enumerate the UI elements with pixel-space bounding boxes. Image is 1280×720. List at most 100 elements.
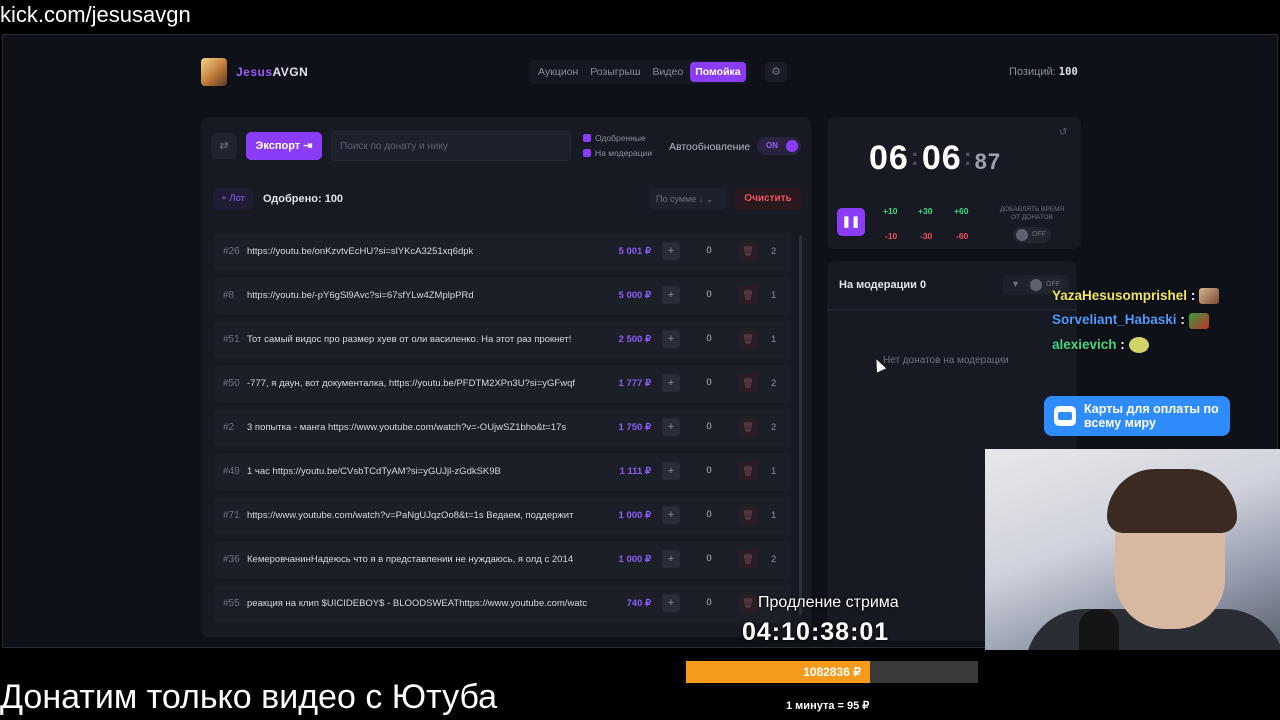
reset-icon[interactable]: ↺ — [1059, 127, 1067, 138]
donation-row[interactable]: #36 КемеровчанинНадеюсь что я в представл… — [215, 541, 791, 579]
donation-count: 2 — [771, 554, 777, 565]
chat-user: Sorveliant_Habaski — [1052, 312, 1177, 328]
donation-id: #50 — [223, 378, 240, 389]
chat-message: alexievich : — [1052, 336, 1219, 354]
moderation-label: На модерации — [839, 279, 917, 291]
sort-label: По сумме ↓ — [656, 194, 704, 204]
search-input[interactable] — [331, 131, 571, 161]
donation-row[interactable]: #71 https://www.youtube.com/watch?v=PaNgU… — [215, 497, 791, 535]
ad-text: Карты для оплаты по всему миру — [1084, 402, 1219, 430]
quantity-field[interactable]: 0 — [685, 550, 733, 568]
url-text: kick.com/jesusavgn — [0, 2, 191, 27]
trash-icon[interactable]: 🗑 — [739, 330, 757, 348]
tab-auction[interactable]: Аукцион — [533, 62, 583, 82]
plus-icon[interactable]: + — [662, 330, 680, 348]
moderation-title: На модерации 0 — [839, 279, 926, 291]
donation-id: #8 — [223, 290, 235, 301]
tab-trash[interactable]: Помойка — [690, 62, 746, 82]
add-lot-button[interactable]: + Лот — [213, 188, 253, 210]
toggle-knob — [1030, 279, 1042, 291]
quantity-field[interactable]: 0 — [685, 286, 733, 304]
card-ad-banner[interactable]: Карты для оплаты по всему миру — [1044, 396, 1230, 436]
quantity-field[interactable]: 0 — [685, 418, 733, 436]
chat-separator: : — [1116, 336, 1125, 352]
check-icon — [583, 134, 591, 142]
donation-amount: 2 500 ₽ — [618, 334, 651, 345]
trash-icon[interactable]: 🗑 — [739, 286, 757, 304]
plus-icon[interactable]: + — [662, 506, 680, 524]
sub-30-button[interactable]: -30 — [920, 231, 932, 241]
donation-message: 1 час https://youtu.be/CVsbTCdTyAM?si=yG… — [247, 466, 501, 477]
donation-amount: 5 000 ₽ — [618, 290, 651, 301]
trash-icon[interactable]: 🗑 — [739, 374, 757, 392]
donation-row[interactable]: #8 https://youtu.be/-pY6gSl9Avc?si=67sfYL… — [215, 277, 791, 315]
add-60-button[interactable]: +60 — [954, 206, 968, 216]
trash-icon[interactable]: 🗑 — [739, 242, 757, 260]
trash-icon[interactable]: 🗑 — [739, 594, 757, 612]
trash-icon[interactable]: 🗑 — [739, 550, 757, 568]
plus-icon[interactable]: + — [662, 462, 680, 480]
quantity-field[interactable]: 0 — [685, 242, 733, 260]
plus-icon[interactable]: + — [662, 594, 680, 612]
moderation-count: 0 — [919, 279, 927, 291]
add-10-button[interactable]: +10 — [883, 206, 897, 216]
quantity-field[interactable]: 0 — [685, 462, 733, 480]
filter-approved-checkbox[interactable]: Одобренные — [583, 133, 652, 143]
toggle-knob — [1016, 229, 1028, 241]
donation-progress-bar: 1082836 ₽ — [686, 661, 978, 683]
donation-row[interactable]: #50 -777, я даун, вот документалка, https… — [215, 365, 791, 403]
donation-message: 3 попытка - манга https://www.youtube.co… — [247, 422, 567, 433]
donation-id: #49 — [223, 466, 240, 477]
refresh-icon[interactable]: ⇄ — [211, 133, 237, 159]
quantity-field[interactable]: 0 — [685, 594, 733, 612]
trash-icon[interactable]: 🗑 — [739, 506, 757, 524]
chat-message: Sorveliant_Habaski : — [1052, 312, 1219, 329]
brand-name: JesusAVGN — [236, 65, 308, 79]
trash-icon[interactable]: 🗑 — [739, 418, 757, 436]
filter-moderation-checkbox[interactable]: На модерации — [583, 148, 652, 158]
sub-10-button[interactable]: -10 — [885, 231, 897, 241]
add-time-toggle[interactable]: OFF — [1013, 227, 1051, 243]
card-icon — [1054, 406, 1076, 426]
autoupdate-toggle[interactable]: ON — [757, 137, 801, 155]
donation-row[interactable]: #51 Тот самый видос про размер хуев от ол… — [215, 321, 791, 359]
donation-count: 1 — [771, 334, 777, 345]
gear-icon[interactable]: ⚙ — [765, 62, 787, 82]
plus-icon[interactable]: + — [662, 286, 680, 304]
streamer-hair — [1107, 469, 1237, 533]
sort-select[interactable]: По сумме ↓ ⌄ — [649, 188, 727, 210]
clear-button[interactable]: Очистить — [735, 188, 801, 210]
chevron-down-icon: ⌄ — [705, 194, 714, 204]
tab-giveaway[interactable]: Розыгрыш — [585, 62, 645, 82]
donation-id: #51 — [223, 334, 240, 345]
donation-row[interactable]: #26 https://youtu.be/onKzvtvEcHU?si=slYKc… — [215, 233, 791, 271]
donation-count: 2 — [771, 246, 777, 257]
donation-row[interactable]: #49 1 час https://youtu.be/CVsbTCdTyAM?si… — [215, 453, 791, 491]
donation-row[interactable]: #2 3 попытка - манга https://www.youtube.… — [215, 409, 791, 447]
emote-icon — [1188, 312, 1209, 329]
quantity-field[interactable]: 0 — [685, 374, 733, 392]
donation-id: #2 — [223, 422, 235, 433]
scrollbar[interactable] — [799, 235, 802, 615]
donation-row[interactable]: #55 реакция на клип $UICIDEBOY$ - BLOODSW… — [215, 585, 791, 623]
extend-label: Продление стрима — [758, 594, 899, 611]
pause-button[interactable]: ❚❚ — [837, 208, 865, 236]
status-filters: Одобренные На модерации — [583, 133, 652, 163]
plus-icon[interactable]: + — [662, 418, 680, 436]
tab-video[interactable]: Видео — [648, 62, 689, 82]
plus-icon[interactable]: + — [662, 242, 680, 260]
filter-icon: ▼ — [1011, 279, 1020, 289]
moderation-empty-text: Нет донатов на модерации — [883, 355, 1009, 366]
add-30-button[interactable]: +30 — [918, 206, 932, 216]
plus-icon[interactable]: + — [662, 374, 680, 392]
quantity-field[interactable]: 0 — [685, 330, 733, 348]
trash-icon[interactable]: 🗑 — [739, 462, 757, 480]
plus-icon[interactable]: + — [662, 550, 680, 568]
sub-60-button[interactable]: -60 — [956, 231, 968, 241]
donation-message: https://youtu.be/-pY6gSl9Avc?si=67sfYLw4… — [247, 290, 474, 301]
extend-timer: 04:10:38:01 — [742, 618, 890, 646]
donation-id: #55 — [223, 598, 240, 609]
main-nav: Аукцион Розыгрыш Видео Помойка — [529, 60, 750, 84]
export-button[interactable]: Экспорт ⇥ — [246, 132, 322, 160]
quantity-field[interactable]: 0 — [685, 506, 733, 524]
